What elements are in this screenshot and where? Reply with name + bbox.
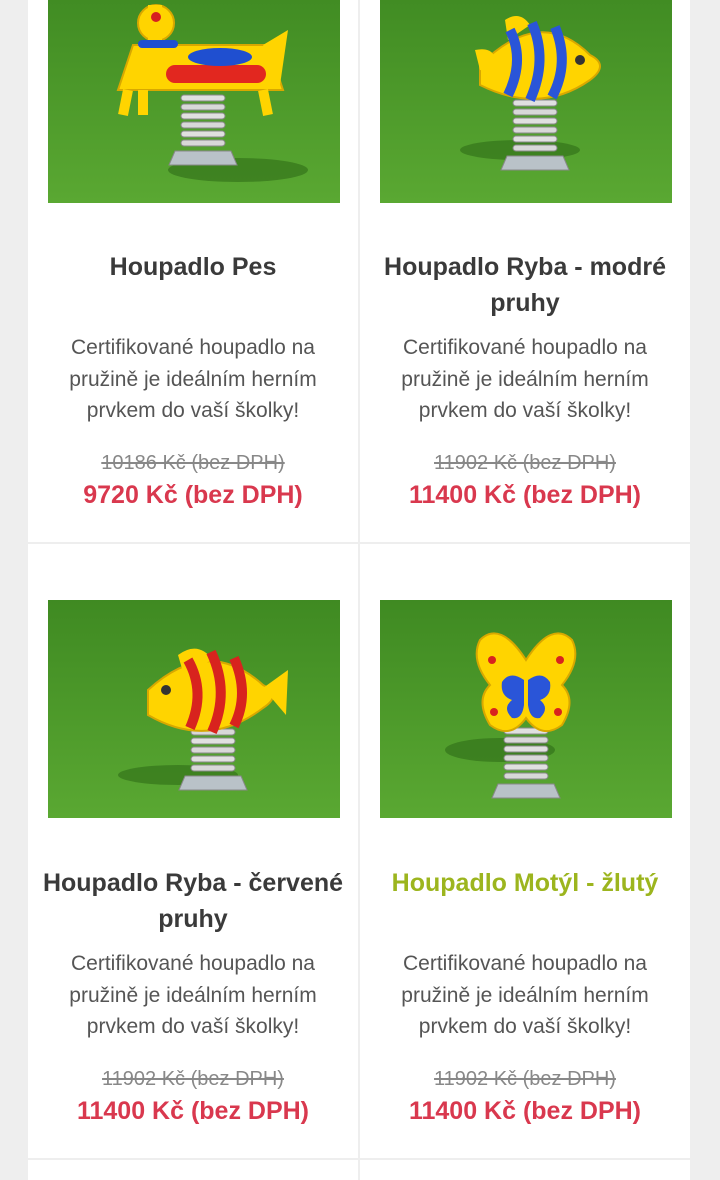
product-description: Certifikované houpadlo na pružině je ide… (401, 336, 649, 422)
product-old-price: 11902 Kč (bez DPH) (102, 1068, 284, 1090)
product-price: 11400 Kč (bez DPH) (76, 1097, 310, 1125)
houpadlo-ryba-modre-image[interactable] (380, 0, 672, 203)
product-title[interactable]: Houpadlo Ryba - modré pruhy (360, 249, 690, 321)
product-description: Certifikované houpadlo na pružině je ide… (401, 952, 649, 1038)
product-card[interactable]: Houpadlo Ryba - modré pruhy Certifikovan… (360, 0, 690, 542)
product-title[interactable]: Houpadlo Motýl - žlutý (360, 865, 690, 901)
product-card-partial (28, 1160, 358, 1180)
product-card[interactable]: Houpadlo Pes Certifikované houpadlo na p… (28, 0, 358, 542)
product-title[interactable]: Houpadlo Pes (28, 249, 358, 285)
product-title[interactable]: Houpadlo Ryba - červené pruhy (28, 865, 358, 937)
product-price: 11400 Kč (bez DPH) (408, 481, 642, 509)
product-old-price: 11902 Kč (bez DPH) (434, 1068, 616, 1090)
product-price: 11400 Kč (bez DPH) (408, 1097, 642, 1125)
product-description: Certifikované houpadlo na pružině je ide… (69, 336, 317, 422)
product-card-partial (360, 1160, 690, 1180)
product-card[interactable]: Houpadlo Ryba - červené pruhy Certifikov… (28, 544, 358, 1158)
product-card[interactable]: Houpadlo Motýl - žlutý Certifikované hou… (360, 544, 690, 1158)
houpadlo-motyl-image[interactable] (380, 600, 672, 818)
product-grid: Houpadlo Pes Certifikované houpadlo na p… (28, 0, 692, 1180)
houpadlo-ryba-cervene-image[interactable] (48, 600, 340, 818)
product-old-price: 10186 Kč (bez DPH) (101, 452, 285, 474)
houpadlo-pes-image[interactable] (48, 0, 340, 203)
product-description: Certifikované houpadlo na pružině je ide… (69, 952, 317, 1038)
product-old-price: 11902 Kč (bez DPH) (434, 452, 616, 474)
product-price: 9720 Kč (bez DPH) (83, 481, 303, 509)
